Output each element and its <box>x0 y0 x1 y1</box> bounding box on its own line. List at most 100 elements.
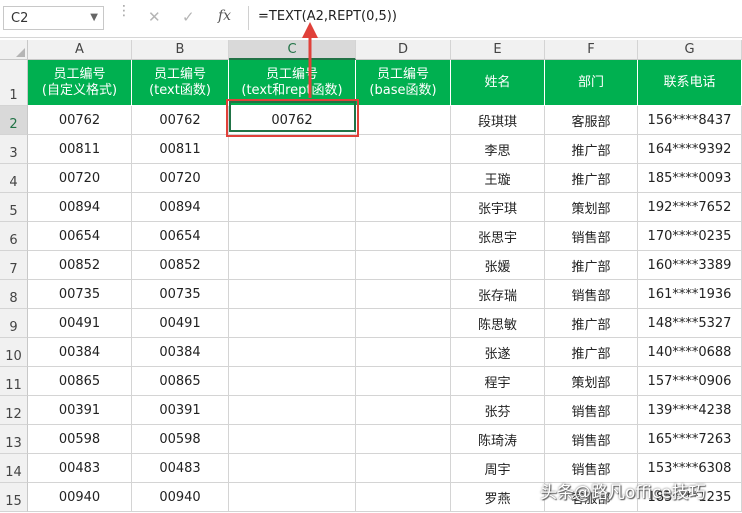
row-header-15[interactable]: 15 <box>0 483 28 512</box>
cell-b6[interactable]: 00654 <box>132 222 229 251</box>
row-header-10[interactable]: 10 <box>0 338 28 367</box>
cell-g10[interactable]: 140****0688 <box>638 338 742 367</box>
cell-c7[interactable] <box>229 251 356 280</box>
column-header-e[interactable]: E <box>451 40 545 60</box>
row-header-14[interactable]: 14 <box>0 454 28 483</box>
cell-a14[interactable]: 00483 <box>28 454 132 483</box>
cell-a6[interactable]: 00654 <box>28 222 132 251</box>
cell-c15[interactable] <box>229 483 356 512</box>
cell-d10[interactable] <box>356 338 451 367</box>
column-header-a[interactable]: A <box>28 40 132 60</box>
header-cell-g[interactable]: 联系电话 <box>638 60 742 106</box>
cell-c9[interactable] <box>229 309 356 338</box>
cell-d8[interactable] <box>356 280 451 309</box>
cell-d14[interactable] <box>356 454 451 483</box>
cell-g5[interactable]: 192****7652 <box>638 193 742 222</box>
row-header-11[interactable]: 11 <box>0 367 28 396</box>
cell-f4[interactable]: 推广部 <box>545 164 638 193</box>
cell-a12[interactable]: 00391 <box>28 396 132 425</box>
cell-e7[interactable]: 张媛 <box>451 251 545 280</box>
cell-f6[interactable]: 销售部 <box>545 222 638 251</box>
row-header-9[interactable]: 9 <box>0 309 28 338</box>
cell-c4[interactable] <box>229 164 356 193</box>
cell-b2[interactable]: 00762 <box>132 106 229 135</box>
cell-e14[interactable]: 周宇 <box>451 454 545 483</box>
cell-f8[interactable]: 销售部 <box>545 280 638 309</box>
cell-e11[interactable]: 程宇 <box>451 367 545 396</box>
cell-d7[interactable] <box>356 251 451 280</box>
cell-b3[interactable]: 00811 <box>132 135 229 164</box>
cell-e13[interactable]: 陈琦涛 <box>451 425 545 454</box>
cell-c14[interactable] <box>229 454 356 483</box>
cell-g13[interactable]: 165****7263 <box>638 425 742 454</box>
cell-c12[interactable] <box>229 396 356 425</box>
cell-c10[interactable] <box>229 338 356 367</box>
row-header-7[interactable]: 7 <box>0 251 28 280</box>
column-header-d[interactable]: D <box>356 40 451 60</box>
cell-b12[interactable]: 00391 <box>132 396 229 425</box>
row-header-1[interactable]: 1 <box>0 60 28 106</box>
cell-f12[interactable]: 销售部 <box>545 396 638 425</box>
name-box[interactable]: C2 ▼ <box>3 6 104 30</box>
cell-a2[interactable]: 00762 <box>28 106 132 135</box>
cell-d11[interactable] <box>356 367 451 396</box>
cell-f7[interactable]: 推广部 <box>545 251 638 280</box>
cell-f5[interactable]: 策划部 <box>545 193 638 222</box>
cell-e6[interactable]: 张思宇 <box>451 222 545 251</box>
cell-a7[interactable]: 00852 <box>28 251 132 280</box>
cell-d2[interactable] <box>356 106 451 135</box>
cell-a4[interactable]: 00720 <box>28 164 132 193</box>
cell-b9[interactable]: 00491 <box>132 309 229 338</box>
cell-b13[interactable]: 00598 <box>132 425 229 454</box>
cell-e9[interactable]: 陈思敏 <box>451 309 545 338</box>
cell-b7[interactable]: 00852 <box>132 251 229 280</box>
column-header-g[interactable]: G <box>638 40 742 60</box>
cell-b14[interactable]: 00483 <box>132 454 229 483</box>
cell-d3[interactable] <box>356 135 451 164</box>
cell-e12[interactable]: 张芬 <box>451 396 545 425</box>
cell-a15[interactable]: 00940 <box>28 483 132 512</box>
row-header-8[interactable]: 8 <box>0 280 28 309</box>
cell-g6[interactable]: 170****0235 <box>638 222 742 251</box>
cell-e5[interactable]: 张宇琪 <box>451 193 545 222</box>
cell-e8[interactable]: 张存瑞 <box>451 280 545 309</box>
header-cell-a[interactable]: 员工编号 (自定义格式) <box>28 60 132 106</box>
cell-g7[interactable]: 160****3389 <box>638 251 742 280</box>
cell-f3[interactable]: 推广部 <box>545 135 638 164</box>
insert-function-icon[interactable]: fx <box>218 8 231 24</box>
cell-g2[interactable]: 156****8437 <box>638 106 742 135</box>
cell-c5[interactable] <box>229 193 356 222</box>
row-header-4[interactable]: 4 <box>0 164 28 193</box>
cell-d9[interactable] <box>356 309 451 338</box>
cell-c11[interactable] <box>229 367 356 396</box>
row-header-5[interactable]: 5 <box>0 193 28 222</box>
cell-g8[interactable]: 161****1936 <box>638 280 742 309</box>
cell-c13[interactable] <box>229 425 356 454</box>
cell-f13[interactable]: 销售部 <box>545 425 638 454</box>
formula-input[interactable]: =TEXT(A2,REPT(0,5)) <box>258 9 397 24</box>
header-cell-b[interactable]: 员工编号 (text函数) <box>132 60 229 106</box>
cell-a11[interactable]: 00865 <box>28 367 132 396</box>
cell-e15[interactable]: 罗燕 <box>451 483 545 512</box>
cancel-icon[interactable]: ✕ <box>148 8 161 26</box>
row-header-3[interactable]: 3 <box>0 135 28 164</box>
header-cell-e[interactable]: 姓名 <box>451 60 545 106</box>
cell-d6[interactable] <box>356 222 451 251</box>
cell-a3[interactable]: 00811 <box>28 135 132 164</box>
cell-g12[interactable]: 139****4238 <box>638 396 742 425</box>
column-header-c[interactable]: C <box>229 40 356 60</box>
column-header-f[interactable]: F <box>545 40 638 60</box>
cell-a13[interactable]: 00598 <box>28 425 132 454</box>
cell-c8[interactable] <box>229 280 356 309</box>
cell-f10[interactable]: 推广部 <box>545 338 638 367</box>
row-header-12[interactable]: 12 <box>0 396 28 425</box>
cell-a8[interactable]: 00735 <box>28 280 132 309</box>
cell-f11[interactable]: 策划部 <box>545 367 638 396</box>
cell-b4[interactable]: 00720 <box>132 164 229 193</box>
cell-c6[interactable] <box>229 222 356 251</box>
chevron-down-icon[interactable]: ▼ <box>90 12 98 23</box>
cell-g4[interactable]: 185****0093 <box>638 164 742 193</box>
cell-b11[interactable]: 00865 <box>132 367 229 396</box>
row-header-13[interactable]: 13 <box>0 425 28 454</box>
cell-b8[interactable]: 00735 <box>132 280 229 309</box>
